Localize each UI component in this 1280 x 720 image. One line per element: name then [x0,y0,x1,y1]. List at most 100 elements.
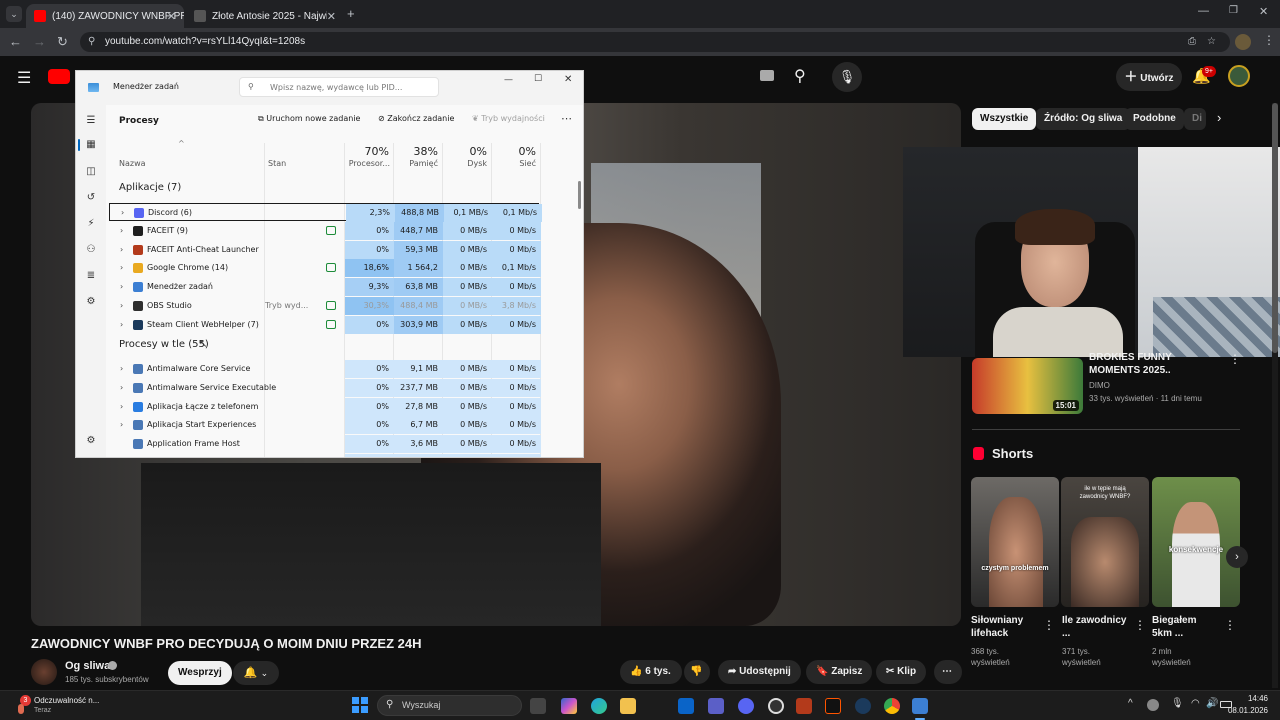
tab-list-icon[interactable]: ⌄ [6,6,22,22]
expand-chevron-icon[interactable]: › [120,222,123,240]
faceit-icon[interactable] [825,698,841,714]
short-title-2[interactable]: Ile zawodnicy ... [1062,614,1127,640]
like-button[interactable]: 👍 6 tys. [620,660,682,684]
scrollbar-thumb[interactable] [1272,103,1278,353]
profile-avatar[interactable] [1235,34,1251,50]
microphone-icon[interactable]: 🎙 [1171,698,1184,709]
support-button[interactable]: Wesprzyj [168,661,232,685]
start-button-icon[interactable] [352,697,368,713]
menu-kebab-icon[interactable]: ⋮ [1263,33,1275,47]
short-title-3[interactable]: Biegałem 5km ... [1152,614,1217,640]
maximize-icon[interactable]: ☐ [534,74,542,84]
steam-icon[interactable] [855,698,871,714]
rec-title[interactable]: BROKIES FUNNY MOMENTS 2025.. [1089,351,1224,377]
process-row[interactable]: › FACEIT Anti-Cheat Launcher 0% 59,3 MB 0 MB… [109,240,541,259]
process-search-input[interactable]: ⚲ Wpisz nazwę, wydawcę lub PID... [239,77,439,97]
chip-source[interactable]: Źródło: Og sliwa [1036,108,1131,130]
subscribe-bell-button[interactable]: 🔔 ⌄ [233,661,279,685]
forward-icon[interactable]: → [33,34,46,49]
shorts-next-button[interactable]: › [1226,546,1248,568]
chip-similar[interactable]: Podobne [1125,108,1184,130]
close-icon[interactable]: ✕ [327,10,336,23]
volume-icon[interactable]: 🔊 [1206,698,1218,709]
wifi-icon[interactable]: ◠ [1191,698,1200,709]
faceit-anticheat-icon[interactable] [796,698,812,714]
task-manager-icon[interactable] [912,698,928,714]
page-scrollbar[interactable] [1272,103,1278,688]
more-vertical-icon[interactable]: ⋮ [1229,352,1241,366]
new-tab-icon[interactable]: + [347,6,355,21]
tab-zlote-antosie[interactable]: Złote Antosie 2025 - Największ ✕ [186,4,344,28]
dislike-button[interactable]: 👎 [684,660,710,684]
startup-apps-nav-icon[interactable]: ⚡ [85,218,97,230]
process-row[interactable]: › Aplikacja Łącze z telefonem 0% 27,8 MB 0 M… [109,397,541,416]
bookmark-star-icon[interactable]: ☆ [1207,32,1216,52]
youtube-logo-icon[interactable] [48,69,70,84]
column-name[interactable]: Nazwa [119,159,146,168]
close-icon[interactable]: ✕ [564,74,572,85]
expand-chevron-icon[interactable]: › [120,259,123,277]
save-button[interactable]: 🔖 Zapisz [806,660,873,684]
expand-chevron-icon[interactable]: › [120,241,123,259]
outlook-icon[interactable] [678,698,694,714]
column-memory[interactable]: Pamięć [395,159,438,168]
performance-nav-icon[interactable]: ◫ [85,166,97,178]
share-button[interactable]: ➦ Udostępnij [718,660,801,684]
chip-partial[interactable]: Di [1184,108,1206,130]
column-status[interactable]: Stan [268,159,286,168]
minimize-icon[interactable]: — [504,75,513,85]
clock-time[interactable]: 14:46 [1232,694,1268,703]
channel-name[interactable]: Og sliwa [65,660,110,672]
obs-icon[interactable] [768,698,784,714]
cast-icon[interactable] [760,70,774,81]
chevron-right-icon[interactable]: › [1217,110,1221,125]
task-view-icon[interactable] [530,698,546,714]
more-vertical-icon[interactable]: ⋮ [1224,618,1236,632]
tray-app-icon[interactable] [1147,699,1159,711]
process-list-scrollbar[interactable] [578,181,581,209]
expand-chevron-icon[interactable]: › [120,416,123,434]
process-row[interactable]: › Menedżer zadań 9,3% 63,8 MB 0 MB/s 0 Mb/s [109,278,541,297]
search-icon[interactable]: ⚲ [794,66,806,86]
close-window-icon[interactable]: ✕ [1259,5,1268,18]
show-hidden-icons-icon[interactable]: ^ [1128,698,1133,709]
expand-chevron-icon[interactable]: › [120,297,123,315]
column-network[interactable]: Sieć [493,159,536,168]
settings-icon[interactable]: ⚙ [85,435,97,447]
weather-notification[interactable]: 3 Odczuwalność n... Teraz [14,695,124,717]
expand-chevron-icon[interactable]: › [120,379,123,397]
short-thumbnail-2[interactable]: ile w tępie mają zawodnicy WNBF? [1061,477,1149,607]
address-bar[interactable]: ⚲ youtube.com/watch?v=rsYLl14QyqI&t=1208… [80,32,1230,52]
discord-icon[interactable] [738,698,754,714]
processes-nav-icon[interactable]: ▦ [85,139,97,151]
taskbar-search[interactable]: ⚲ Wyszukaj [377,695,522,716]
process-row[interactable]: › Antimalware Core Service 0% 9,1 MB 0 MB/s 0… [109,360,541,378]
process-row[interactable]: › Steam Client WebHelper (7) 0% 303,9 MB 0 M… [109,315,541,334]
hamburger-menu-icon[interactable]: ☰ [17,68,31,88]
expand-chevron-icon[interactable]: › [120,398,123,416]
more-options-icon[interactable]: ⋯ [561,112,572,125]
clip-button[interactable]: ✂ Klip [876,660,927,684]
expand-chevron-icon[interactable]: › [120,360,123,378]
restore-icon[interactable]: ❐ [1229,5,1238,16]
close-icon[interactable]: ✕ [167,10,176,23]
end-task-button[interactable]: ⊘ Zakończ zadanie [378,114,454,123]
process-row[interactable]: › Google Chrome (14) 18,6%1 564,2 MB0 MB/s… [109,259,541,290]
users-nav-icon[interactable]: ⚇ [85,244,97,256]
more-vertical-icon[interactable]: ⋮ [1134,618,1146,632]
clock-date[interactable]: 08.01.2026 [1222,706,1268,715]
hamburger-menu-icon[interactable]: ☰ [85,115,97,127]
process-row[interactable]: Application Frame Host 0% 3,6 MB 0 MB/s 0 Mb… [109,435,541,454]
services-nav-icon[interactable]: ⚙ [85,296,97,308]
column-cpu[interactable]: Procesor... [346,159,390,168]
rec-thumbnail[interactable]: 15:01 [972,358,1083,414]
chip-all[interactable]: Wszystkie [972,108,1037,130]
chrome-icon[interactable] [884,698,900,714]
process-row[interactable]: › Discord (6) 2,3% 488,8 MB 0,1 MB/s 0,1 Mb/s [109,203,542,222]
efficiency-mode-button[interactable]: ❦ Tryb wydajności [472,114,545,123]
process-row[interactable]: › OBS Studio Tryb wyd... 30,3% 488,4 MB 0 MB/… [109,297,541,315]
file-explorer-icon[interactable] [620,698,636,714]
expand-chevron-icon[interactable]: › [120,278,123,296]
short-thumbnail-1[interactable]: czystym problemem [971,477,1059,607]
install-app-icon[interactable]: ⎙ [1188,32,1196,52]
